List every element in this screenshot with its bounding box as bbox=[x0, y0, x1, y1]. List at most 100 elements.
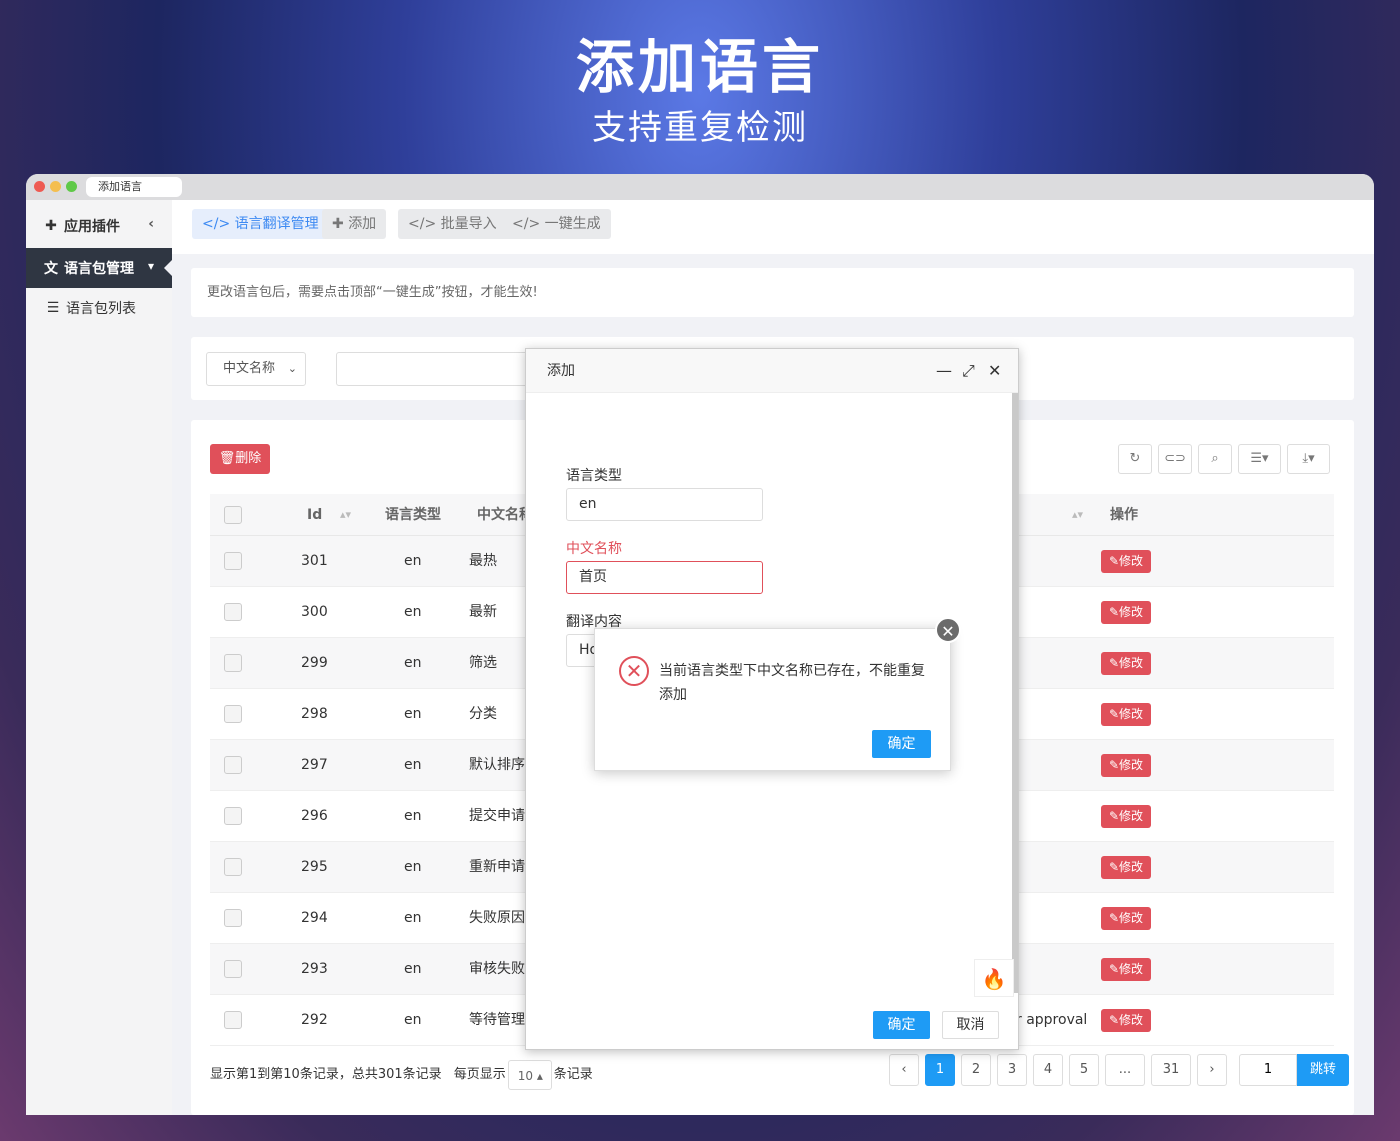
sidebar-item-lang-list[interactable]: ☰ 语言包列表 bbox=[26, 288, 172, 328]
close-icon[interactable]: ✕ bbox=[988, 361, 1001, 381]
sort-icon[interactable]: ▴▾ bbox=[340, 494, 351, 536]
close-icon[interactable]: ✕ bbox=[935, 617, 961, 643]
button-label: 一键生成 bbox=[544, 216, 601, 232]
edit-icon: ✎ bbox=[1108, 809, 1120, 823]
edit-button[interactable]: ✎修改 bbox=[1101, 1009, 1151, 1032]
header-lang-type[interactable]: 语言类型 bbox=[385, 494, 441, 536]
cell-cn-name: 提交申请 bbox=[469, 808, 525, 824]
select-all-checkbox[interactable] bbox=[224, 506, 242, 524]
edit-button[interactable]: ✎修改 bbox=[1101, 958, 1151, 981]
cell-lang-type: en bbox=[404, 961, 422, 977]
columns-icon[interactable]: ☰▾ bbox=[1238, 444, 1281, 474]
maximize-window-button[interactable] bbox=[66, 181, 77, 192]
cell-lang-type: en bbox=[404, 910, 422, 926]
page-size-select[interactable]: 10 ▴ bbox=[507, 1060, 552, 1090]
list-icon: ☰ bbox=[46, 300, 60, 316]
edit-button[interactable]: ✎修改 bbox=[1101, 856, 1151, 879]
tab-translate-manage[interactable]: </> 语言翻译管理 bbox=[192, 209, 329, 239]
trash-icon: 🗑 bbox=[218, 451, 236, 466]
row-checkbox[interactable] bbox=[224, 858, 242, 876]
button-label: 修改 bbox=[1119, 554, 1144, 568]
page-size-value: 10 bbox=[517, 1069, 534, 1083]
search-icon[interactable]: ⌕ bbox=[1198, 444, 1232, 474]
field-select[interactable]: 中文名称 ⌄ bbox=[206, 352, 306, 386]
sidebar-item-plugins[interactable]: ✚ 应用插件 ‹ bbox=[26, 206, 172, 246]
batch-import-button[interactable]: </> 批量导入 bbox=[398, 209, 507, 239]
cell-lang-type: en bbox=[404, 706, 422, 722]
edit-button[interactable]: ✎修改 bbox=[1101, 550, 1151, 573]
alert-message: 当前语言类型下中文名称已存在，不能重复添加 bbox=[659, 663, 925, 703]
one-key-generate-button[interactable]: </> 一键生成 bbox=[502, 209, 611, 239]
refresh-icon[interactable]: ↻ bbox=[1118, 444, 1152, 474]
row-checkbox[interactable] bbox=[224, 960, 242, 978]
button-label: 修改 bbox=[1119, 656, 1144, 670]
minimize-window-button[interactable] bbox=[50, 181, 61, 192]
row-checkbox[interactable] bbox=[224, 552, 242, 570]
cell-cn-name: 重新申请 bbox=[469, 859, 525, 875]
export-icon[interactable]: ⤓▾ bbox=[1287, 444, 1330, 474]
fire-icon[interactable]: 🔥 bbox=[974, 959, 1014, 997]
toggle-icon[interactable]: ⊂⊃ bbox=[1158, 444, 1192, 474]
search-input[interactable] bbox=[336, 352, 536, 386]
edit-icon: ✎ bbox=[1108, 554, 1120, 568]
minimize-icon[interactable]: — bbox=[936, 361, 952, 381]
edit-button[interactable]: ✎修改 bbox=[1101, 601, 1151, 624]
prev-page-button[interactable]: ‹ bbox=[889, 1054, 919, 1086]
page-ellipsis: ... bbox=[1105, 1054, 1145, 1086]
row-checkbox[interactable] bbox=[224, 654, 242, 672]
pagination: ‹ 1 2 3 4 5 ... 31 › 1 跳转 bbox=[889, 1054, 1349, 1086]
dialog-scrollbar[interactable] bbox=[1012, 393, 1018, 993]
edit-icon: ✎ bbox=[1108, 758, 1120, 772]
edit-button[interactable]: ✎修改 bbox=[1101, 907, 1151, 930]
cell-cn-name: 默认排序 bbox=[469, 757, 525, 773]
row-checkbox[interactable] bbox=[224, 1011, 242, 1029]
lang-type-input[interactable]: en bbox=[566, 488, 763, 521]
delete-button[interactable]: 🗑删除 bbox=[210, 444, 270, 474]
hero-subtitle: 支持重复检测 bbox=[592, 108, 808, 148]
edit-icon: ✎ bbox=[1108, 1013, 1120, 1027]
cell-cn-name: 分类 bbox=[469, 706, 497, 722]
button-label: 修改 bbox=[1119, 758, 1144, 772]
cell-lang-type: en bbox=[404, 808, 422, 824]
sidebar-item-lang-manage[interactable]: 文 语言包管理 ▾ bbox=[26, 248, 172, 288]
row-checkbox[interactable] bbox=[224, 909, 242, 927]
sort-icon[interactable]: ▴▾ bbox=[1072, 494, 1083, 536]
edit-button[interactable]: ✎修改 bbox=[1101, 805, 1151, 828]
dialog-cancel-button[interactable]: 取消 bbox=[942, 1011, 999, 1039]
cell-id: 299 bbox=[301, 655, 328, 671]
alert-confirm-button[interactable]: 确定 bbox=[872, 730, 931, 758]
row-checkbox[interactable] bbox=[224, 705, 242, 723]
row-checkbox[interactable] bbox=[224, 807, 242, 825]
row-checkbox[interactable] bbox=[224, 603, 242, 621]
button-label: 修改 bbox=[1119, 605, 1144, 619]
per-page-label: 每页显示 bbox=[453, 1067, 506, 1082]
dialog-confirm-button[interactable]: 确定 bbox=[873, 1011, 930, 1039]
edit-button[interactable]: ✎修改 bbox=[1101, 754, 1151, 777]
edit-button[interactable]: ✎修改 bbox=[1101, 703, 1151, 726]
page-1-button[interactable]: 1 bbox=[925, 1054, 955, 1086]
close-window-button[interactable] bbox=[34, 181, 45, 192]
cell-cn-name: 失败原因 bbox=[469, 910, 525, 926]
edit-icon: ✎ bbox=[1108, 656, 1120, 670]
cell-lang-type: en bbox=[404, 553, 422, 569]
header-id[interactable]: Id bbox=[307, 494, 322, 536]
cell-lang-type: en bbox=[404, 604, 422, 620]
browser-tab[interactable]: 添加语言 bbox=[86, 177, 182, 197]
maximize-icon[interactable]: ⤢ bbox=[962, 361, 975, 381]
jump-button[interactable]: 跳转 bbox=[1297, 1054, 1349, 1086]
cn-name-input[interactable]: 首页 bbox=[566, 561, 763, 594]
page-3-button[interactable]: 3 bbox=[997, 1054, 1027, 1086]
next-page-button[interactable]: › bbox=[1197, 1054, 1227, 1086]
page-31-button[interactable]: 31 bbox=[1151, 1054, 1191, 1086]
page-5-button[interactable]: 5 bbox=[1069, 1054, 1099, 1086]
sidebar: ✚ 应用插件 ‹ 文 语言包管理 ▾ ☰ 语言包列表 bbox=[26, 200, 172, 1115]
row-checkbox[interactable] bbox=[224, 756, 242, 774]
page-4-button[interactable]: 4 bbox=[1033, 1054, 1063, 1086]
edit-button[interactable]: ✎修改 bbox=[1101, 652, 1151, 675]
cell-lang-type: en bbox=[404, 757, 422, 773]
add-button[interactable]: ✚ 添加 bbox=[322, 209, 387, 239]
page-2-button[interactable]: 2 bbox=[961, 1054, 991, 1086]
top-toolbar: </> 语言翻译管理 ✚ 添加 </> 批量导入 </> 一键生成 bbox=[172, 200, 1374, 254]
cell-id: 294 bbox=[301, 910, 328, 926]
jump-page-input[interactable]: 1 bbox=[1239, 1054, 1297, 1086]
